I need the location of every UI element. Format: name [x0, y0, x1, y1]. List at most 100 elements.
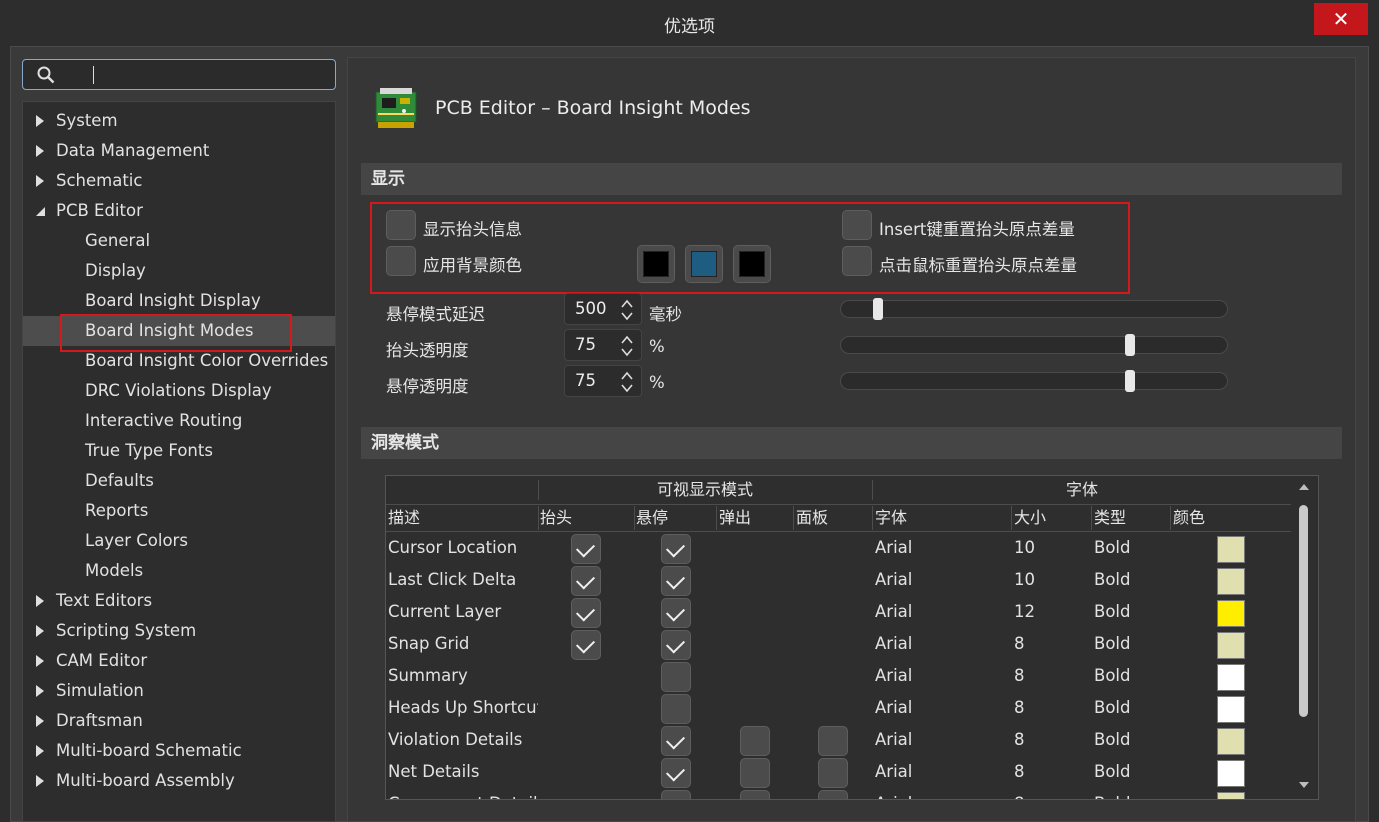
- tree-item-multi-board-schematic[interactable]: Multi-board Schematic: [23, 736, 335, 766]
- hover-checkbox[interactable]: [661, 758, 691, 788]
- hover-opacity-slider[interactable]: [840, 370, 1228, 392]
- row-color-swatch[interactable]: [1217, 664, 1245, 691]
- table-row[interactable]: Cursor Location Arial 10 Bold: [386, 533, 1291, 565]
- row-font-type[interactable]: Bold: [1094, 570, 1130, 589]
- tree-item-drc-violations-display[interactable]: DRC Violations Display: [23, 376, 335, 406]
- spin-arrows-icon[interactable]: [619, 296, 635, 324]
- hover-checkbox[interactable]: [661, 598, 691, 628]
- expand-arrow-icon[interactable]: [35, 655, 45, 667]
- popup-checkbox[interactable]: [740, 758, 770, 788]
- tree-item-pcb-editor[interactable]: PCB Editor: [23, 196, 335, 226]
- row-color-swatch[interactable]: [1217, 536, 1245, 563]
- insight-modes-table[interactable]: 可视显示模式 字体 描述 抬头 悬停 弹出 面板 字体 大小 类型 颜色 Cur…: [385, 475, 1319, 800]
- row-font-size[interactable]: 12: [1014, 602, 1035, 621]
- headsup-checkbox[interactable]: [571, 598, 601, 628]
- row-font-size[interactable]: 8: [1014, 762, 1025, 781]
- expand-arrow-icon[interactable]: [35, 625, 45, 637]
- panel-checkbox[interactable]: [818, 758, 848, 788]
- hover-checkbox[interactable]: [661, 534, 691, 564]
- table-scrollbar[interactable]: [1297, 477, 1311, 797]
- column-header-headsup[interactable]: 抬头: [540, 505, 572, 531]
- headsup-checkbox[interactable]: [571, 534, 601, 564]
- row-font[interactable]: Arial: [875, 730, 912, 749]
- row-font-type[interactable]: Bold: [1094, 634, 1130, 653]
- row-font[interactable]: Arial: [875, 666, 912, 685]
- slider-thumb[interactable]: [873, 298, 883, 320]
- row-font-type[interactable]: Bold: [1094, 794, 1130, 799]
- popup-checkbox[interactable]: [740, 726, 770, 756]
- tree-item-interactive-routing[interactable]: Interactive Routing: [23, 406, 335, 436]
- tree-item-general[interactable]: General: [23, 226, 335, 256]
- column-header-color[interactable]: 颜色: [1173, 505, 1205, 531]
- tree-item-true-type-fonts[interactable]: True Type Fonts: [23, 436, 335, 466]
- row-font[interactable]: Arial: [875, 794, 912, 799]
- row-color-swatch[interactable]: [1217, 568, 1245, 595]
- hover-checkbox[interactable]: [661, 790, 691, 799]
- expand-arrow-icon[interactable]: [35, 175, 45, 187]
- row-font-type[interactable]: Bold: [1094, 698, 1130, 717]
- heads-up-opacity-slider[interactable]: [840, 334, 1228, 356]
- tree-item-schematic[interactable]: Schematic: [23, 166, 335, 196]
- expand-arrow-icon[interactable]: [35, 685, 45, 697]
- tree-item-draftsman[interactable]: Draftsman: [23, 706, 335, 736]
- tree-item-simulation[interactable]: Simulation: [23, 676, 335, 706]
- column-header-size[interactable]: 大小: [1014, 505, 1046, 531]
- table-row[interactable]: Heads Up Shortcuts Arial 8 Bold: [386, 693, 1291, 725]
- scroll-down-icon[interactable]: [1298, 781, 1310, 789]
- row-font-type[interactable]: Bold: [1094, 538, 1130, 557]
- collapse-arrow-icon[interactable]: [35, 205, 45, 217]
- row-font-type[interactable]: Bold: [1094, 730, 1130, 749]
- spin-arrows-icon[interactable]: [619, 368, 635, 396]
- row-font-size[interactable]: 8: [1014, 634, 1025, 653]
- category-tree[interactable]: System Data Management Schematic PCB Edi…: [22, 101, 336, 822]
- slider-thumb[interactable]: [1125, 334, 1135, 356]
- row-font[interactable]: Arial: [875, 634, 912, 653]
- close-button[interactable]: ✕: [1314, 3, 1368, 35]
- table-row[interactable]: Last Click Delta Arial 10 Bold: [386, 565, 1291, 597]
- row-font-size[interactable]: 8: [1014, 794, 1025, 799]
- search-input[interactable]: [97, 64, 327, 86]
- popup-checkbox[interactable]: [740, 790, 770, 799]
- row-font-type[interactable]: Bold: [1094, 666, 1130, 685]
- row-font-size[interactable]: 8: [1014, 698, 1025, 717]
- tree-item-system[interactable]: System: [23, 106, 335, 136]
- column-header-hover[interactable]: 悬停: [636, 505, 668, 531]
- table-row[interactable]: Snap Grid Arial 8 Bold: [386, 629, 1291, 661]
- slider-thumb[interactable]: [1125, 370, 1135, 392]
- tree-item-board-insight-display[interactable]: Board Insight Display: [23, 286, 335, 316]
- row-font[interactable]: Arial: [875, 538, 912, 557]
- tree-item-scripting-system[interactable]: Scripting System: [23, 616, 335, 646]
- row-font-size[interactable]: 8: [1014, 666, 1025, 685]
- search-field[interactable]: [22, 59, 336, 90]
- expand-arrow-icon[interactable]: [35, 145, 45, 157]
- headsup-checkbox[interactable]: [571, 566, 601, 596]
- column-header-panel[interactable]: 面板: [796, 505, 828, 531]
- row-color-swatch[interactable]: [1217, 760, 1245, 787]
- column-header-desc[interactable]: 描述: [388, 505, 420, 531]
- hover-checkbox[interactable]: [661, 662, 691, 692]
- row-color-swatch[interactable]: [1217, 600, 1245, 627]
- tree-item-layer-colors[interactable]: Layer Colors: [23, 526, 335, 556]
- table-row[interactable]: Summary Arial 8 Bold: [386, 661, 1291, 693]
- row-color-swatch[interactable]: [1217, 728, 1245, 755]
- row-font[interactable]: Arial: [875, 602, 912, 621]
- row-font[interactable]: Arial: [875, 698, 912, 717]
- column-header-font[interactable]: 字体: [875, 505, 907, 531]
- row-color-swatch[interactable]: [1217, 792, 1245, 799]
- tree-item-models[interactable]: Models: [23, 556, 335, 586]
- expand-arrow-icon[interactable]: [35, 715, 45, 727]
- tree-item-cam-editor[interactable]: CAM Editor: [23, 646, 335, 676]
- tree-item-text-editors[interactable]: Text Editors: [23, 586, 335, 616]
- table-row[interactable]: Component Details Arial 8 Bold: [386, 789, 1291, 799]
- tree-item-defaults[interactable]: Defaults: [23, 466, 335, 496]
- heads-up-opacity-spinbox[interactable]: 75: [564, 329, 642, 361]
- hover-delay-spinbox[interactable]: 500: [564, 293, 642, 325]
- headsup-checkbox[interactable]: [571, 630, 601, 660]
- hover-checkbox[interactable]: [661, 630, 691, 660]
- spin-arrows-icon[interactable]: [619, 332, 635, 360]
- row-font[interactable]: Arial: [875, 570, 912, 589]
- scrollbar-thumb[interactable]: [1299, 505, 1308, 717]
- table-row[interactable]: Current Layer Arial 12 Bold: [386, 597, 1291, 629]
- column-header-popup[interactable]: 弹出: [719, 505, 751, 531]
- hover-opacity-spinbox[interactable]: 75: [564, 365, 642, 397]
